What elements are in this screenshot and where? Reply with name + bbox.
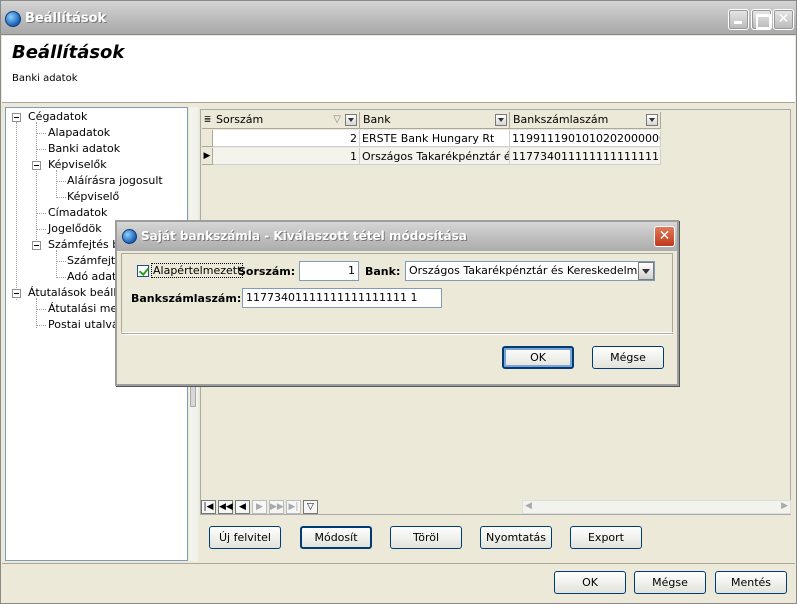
app-icon: [5, 11, 21, 27]
tree-line: [56, 197, 66, 198]
default-checkbox[interactable]: [137, 265, 149, 277]
first-record-icon[interactable]: |◀: [201, 500, 216, 514]
close-button[interactable]: ✕: [773, 9, 794, 30]
minimize-icon: [729, 10, 748, 29]
sorszam-input[interactable]: 1: [299, 261, 359, 281]
cell-bankszamlaszam[interactable]: 11773401111111111111111 1: [510, 148, 661, 165]
cell-bank[interactable]: Országos Takarékpénztár és K: [360, 148, 510, 165]
cell-sorszam[interactable]: 2: [213, 130, 360, 147]
column-header-sorszam[interactable]: Sorszám ▽: [213, 112, 360, 129]
page-header: Beállítások Banki adatok: [2, 36, 795, 103]
delete-button[interactable]: Töröl: [390, 526, 462, 549]
prev-record-icon[interactable]: ◀: [235, 500, 250, 514]
collapse-icon[interactable]: [12, 113, 21, 122]
export-button[interactable]: Export: [570, 526, 642, 549]
new-record-button[interactable]: Új felvitel: [209, 526, 281, 549]
scroll-left-icon[interactable]: ◀: [525, 501, 532, 511]
tree-line: [56, 170, 57, 196]
app-icon: [122, 229, 137, 244]
tree-line: [36, 325, 46, 326]
tree-line: [36, 149, 46, 150]
bank-dropdown-icon[interactable]: [638, 262, 654, 280]
tree-line: [36, 298, 37, 328]
tree-line: [36, 309, 46, 310]
tree-item-alairasra-jogosult[interactable]: Aláírásra jogosult: [67, 174, 163, 187]
close-icon: ✕: [658, 228, 671, 244]
column-header-bankszamlaszam[interactable]: Bankszámlaszám: [510, 112, 661, 129]
tree-line: [36, 122, 37, 242]
page-title: Beállítások: [12, 42, 125, 63]
tree-line: [16, 122, 17, 300]
bank-select[interactable]: Országos Takarékpénztár és Kereskedelmi …: [405, 261, 655, 281]
dropdown-icon[interactable]: [495, 114, 507, 126]
dialog-divider: [121, 333, 673, 335]
cell-bankszamlaszam[interactable]: 11991119010102020000000 1: [510, 130, 661, 147]
account-label: Bankszámlaszám:: [131, 292, 242, 305]
collapse-icon[interactable]: [32, 241, 41, 250]
cancel-button[interactable]: Mégse: [634, 571, 706, 594]
bank-label: Bank:: [365, 265, 401, 278]
footer-divider: [2, 563, 795, 564]
dialog-ok-button[interactable]: OK: [502, 346, 574, 369]
tree-line: [56, 181, 66, 182]
tree-line: [36, 229, 46, 230]
next-page-icon[interactable]: ▶▶: [269, 500, 284, 514]
dialog-close-button[interactable]: ✕: [654, 226, 675, 247]
tree-item-alapadatok[interactable]: Alapadatok: [48, 126, 110, 139]
tree-line: [56, 261, 66, 262]
close-icon: ✕: [777, 11, 790, 27]
tree-item-jogelodok[interactable]: Jogelődök: [48, 222, 102, 235]
tree-item-banki-adatok[interactable]: Banki adatok: [48, 142, 120, 155]
save-button[interactable]: Mentés: [715, 571, 787, 594]
tree-line: [56, 277, 66, 278]
column-header-label: Sorszám: [216, 113, 264, 126]
grid-navigator: |◀ ◀◀ ◀ ▶ ▶▶ ▶| ▽ ◀ ▶: [201, 500, 791, 514]
tree-line: [56, 250, 57, 276]
account-number-input[interactable]: 11773401111111111111111 1: [242, 288, 442, 308]
column-header-bank[interactable]: Bank: [360, 112, 510, 129]
edit-bank-account-dialog: Saját bankszámla - Kiválaszott tétel mód…: [115, 220, 679, 386]
row-indicator[interactable]: [202, 130, 213, 147]
last-record-icon[interactable]: ▶|: [286, 500, 301, 514]
tree-item-cegadatok[interactable]: Cégadatok: [28, 110, 87, 123]
minimize-button[interactable]: [728, 9, 749, 30]
tree-line: [36, 133, 46, 134]
default-checkbox-label[interactable]: Alapértelmezett: [151, 263, 244, 278]
filter-icon[interactable]: ▽: [303, 500, 318, 514]
page-subtitle: Banki adatok: [12, 73, 78, 84]
tree-line: [36, 213, 46, 214]
cell-sorszam[interactable]: 1: [213, 148, 360, 165]
column-header-label: Bankszámlaszám: [513, 113, 609, 126]
tree-item-cimadatok[interactable]: Címadatok: [48, 206, 107, 219]
maximize-icon: [752, 10, 771, 29]
prev-page-icon[interactable]: ◀◀: [218, 500, 233, 514]
next-record-icon[interactable]: ▶: [252, 500, 267, 514]
collapse-icon[interactable]: [12, 289, 21, 298]
cell-bank[interactable]: ERSTE Bank Hungary Rt: [360, 130, 510, 147]
dialog-cancel-button[interactable]: Mégse: [592, 346, 664, 369]
collapse-icon[interactable]: [32, 161, 41, 170]
scroll-right-icon[interactable]: ▶: [781, 501, 788, 511]
title-bar[interactable]: Beállítások ✕: [1, 1, 796, 35]
dropdown-icon[interactable]: [646, 114, 658, 126]
grid-horizontal-scrollbar[interactable]: ◀ ▶: [522, 500, 791, 514]
maximize-button[interactable]: [751, 9, 772, 30]
print-button[interactable]: Nyomtatás: [480, 526, 552, 549]
filter-icon[interactable]: ▽: [333, 112, 341, 128]
tree-item-kepviselo[interactable]: Képviselő: [67, 190, 119, 203]
ok-button[interactable]: OK: [554, 571, 626, 594]
column-header-label: Bank: [363, 113, 391, 126]
sorszam-label: Sorszám:: [238, 265, 296, 278]
dialog-title: Saját bankszámla - Kiválaszott tétel mód…: [141, 229, 467, 243]
modify-button[interactable]: Módosít: [300, 526, 372, 549]
dialog-form: Alapértelmezett Sorszám: 1 Bank: Országo…: [121, 253, 673, 333]
dialog-title-bar[interactable]: Saját bankszámla - Kiválaszott tétel mód…: [117, 222, 677, 251]
dropdown-icon[interactable]: [345, 114, 357, 126]
current-row-icon[interactable]: ▶: [202, 148, 213, 165]
window-title: Beállítások: [25, 11, 107, 26]
